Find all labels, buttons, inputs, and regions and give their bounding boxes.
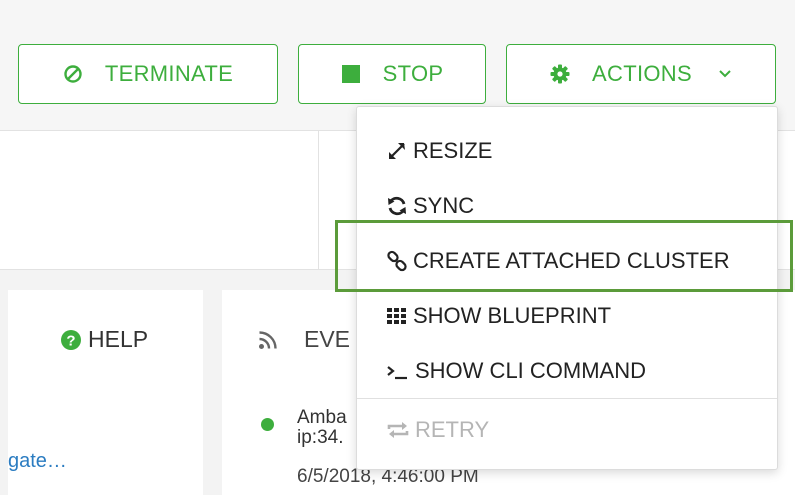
menu-item-show-blueprint[interactable]: SHOW BLUEPRINT [385, 296, 611, 336]
menu-item-label: RESIZE [413, 138, 493, 163]
menu-item-label: RETRY [415, 417, 490, 442]
events-header: EVE [258, 326, 350, 353]
svg-text:?: ? [66, 332, 75, 349]
menu-item-resize[interactable]: RESIZE [385, 131, 492, 171]
chevron-down-icon [718, 69, 732, 79]
help-link[interactable]: gate… [8, 450, 67, 473]
rss-icon [259, 330, 277, 349]
stop-button[interactable]: STOP [298, 44, 486, 104]
terminal-icon [385, 359, 411, 383]
menu-item-label: SYNC [413, 193, 475, 218]
panel-divider [318, 131, 319, 269]
menu-item-retry: RETRY [385, 410, 489, 450]
terminate-label: TERMINATE [104, 61, 234, 86]
resize-icon [385, 139, 409, 163]
help-header: ? HELP [60, 326, 148, 353]
menu-item-label: SHOW CLI COMMAND [415, 358, 646, 383]
event-status-dot [261, 418, 274, 431]
sync-icon [385, 194, 409, 218]
event-message-line2: ip:34. [297, 427, 344, 448]
question-circle-icon: ? [61, 329, 81, 350]
stop-icon [341, 64, 361, 84]
menu-item-show-cli-command[interactable]: SHOW CLI COMMAND [385, 351, 646, 391]
grid-icon [385, 304, 409, 328]
menu-divider [357, 398, 777, 399]
actions-label: ACTIONS [592, 61, 692, 86]
ban-icon [63, 64, 83, 84]
events-title: EVE [304, 326, 351, 352]
terminate-button[interactable]: TERMINATE [18, 44, 278, 104]
retry-icon [385, 418, 411, 442]
stop-label: STOP [382, 61, 444, 86]
event-message-line1: Amba [297, 407, 347, 428]
menu-item-label: SHOW BLUEPRINT [413, 303, 612, 328]
highlight-box [335, 220, 793, 292]
help-title: HELP [88, 326, 149, 352]
actions-dropdown-button[interactable]: ACTIONS [506, 44, 776, 104]
gear-icon [550, 64, 570, 84]
